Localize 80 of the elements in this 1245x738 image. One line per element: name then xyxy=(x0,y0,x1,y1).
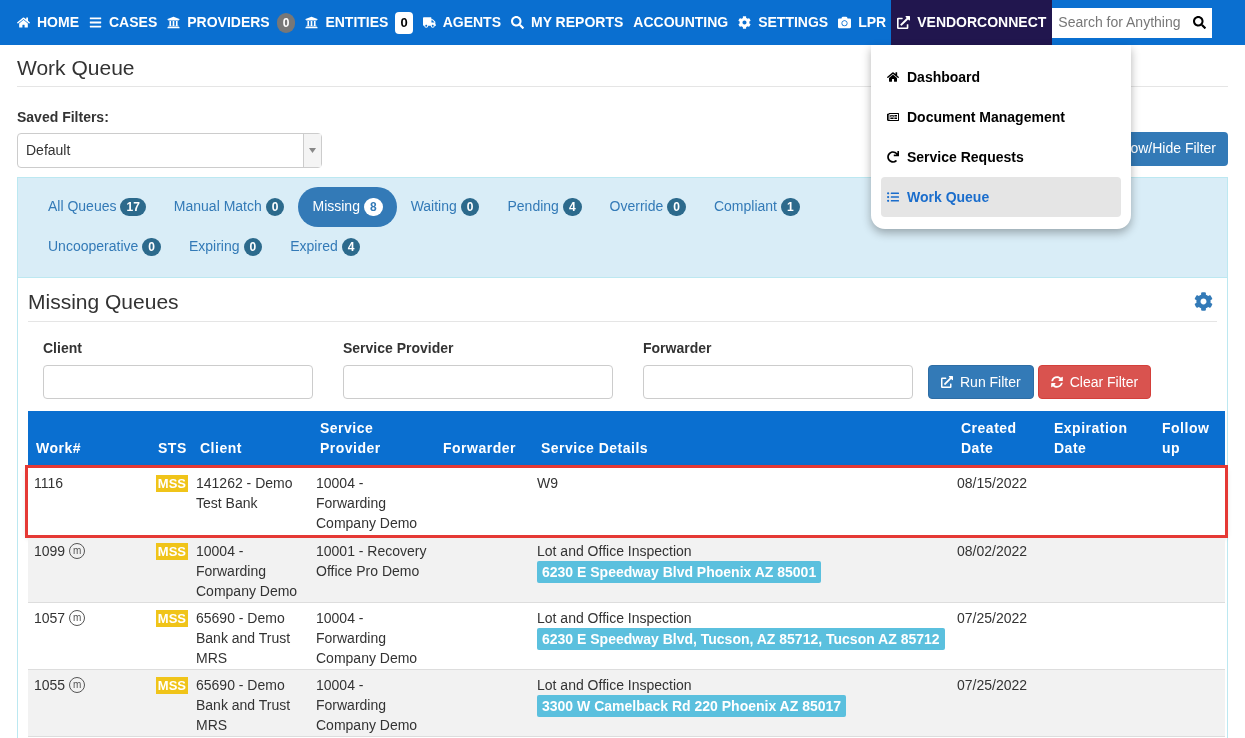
count-badge: 0 xyxy=(460,197,480,216)
table-cell-text: Lot and Office Inspection xyxy=(537,541,693,561)
table-cell: 65690 - Demo Bank and Trust MRS xyxy=(196,609,291,666)
table-cell: 10001 - Recovery Office Pro Demo xyxy=(316,542,427,579)
column-header: Forwarder xyxy=(435,411,533,468)
count-badge: 4 xyxy=(562,197,582,216)
menu-item[interactable]: Dashboard xyxy=(881,57,1121,97)
column-header: STS xyxy=(150,411,192,468)
field-label: Client xyxy=(43,339,83,358)
queue-tab[interactable]: Uncooperative 0 xyxy=(34,226,175,267)
nav-item[interactable]: ENTITIES 0 xyxy=(300,0,418,45)
status-badge: MSS xyxy=(155,609,188,627)
table-row[interactable]: 1116 MSS 141262 - Demo Test Bank 10004 - Forwarding Company Demo W9 08/15/2022 xyxy=(28,468,1225,535)
count-badge: 1 xyxy=(780,197,800,216)
status-badge: MSS xyxy=(155,676,188,694)
table-cell: 65690 - Demo Bank and Trust MRS xyxy=(196,676,291,733)
nav-item[interactable]: VENDORCONNECT xyxy=(891,0,1053,45)
count-badge: 0 xyxy=(265,197,285,216)
search-field[interactable]: Search for Anything xyxy=(1052,7,1213,38)
queue-tab[interactable]: All Queues 17 xyxy=(34,186,160,227)
saved-filters-select[interactable]: Default xyxy=(17,132,322,168)
column-header: Follow up xyxy=(1154,411,1225,468)
menu-item[interactable]: Work Queue xyxy=(881,177,1121,217)
queue-tab[interactable]: Expiring 0 xyxy=(174,226,277,267)
table-cell: 08/02/2022 xyxy=(957,542,1028,559)
nav-item[interactable]: HOME xyxy=(12,0,84,45)
status-badge: MSS xyxy=(155,475,188,492)
table-row[interactable]: 1057 m MSS 65690 - Demo Bank and Trust MRS 10004 - Forwarding Company Demo Lot and Office Inspection 6230 E Speedway Blvd, Tucson, AZ 85712, Tucson AZ 85712 07/25/2022 xyxy=(28,602,1225,669)
filter-button[interactable]: Run Filter xyxy=(928,365,1034,399)
table-cell-text: Lot and Office Inspection xyxy=(537,675,693,695)
table-cell: 07/25/2022 xyxy=(957,609,1028,626)
table-cell: 07/25/2022 xyxy=(957,676,1028,693)
column-header: Client xyxy=(192,411,312,468)
column-header: Service Provider xyxy=(312,411,435,468)
table-cell: 10004 - Forwarding Company Demo xyxy=(316,475,418,531)
count-badge: 4 xyxy=(341,237,361,256)
table-cell: 141262 - Demo Test Bank xyxy=(196,475,293,511)
queue-tab[interactable]: Pending 4 xyxy=(493,186,596,227)
table-cell-text: 1099 xyxy=(34,541,66,561)
count-badge: 0 xyxy=(667,197,686,216)
nav-item[interactable]: LPR xyxy=(833,0,892,45)
table-cell-text: Lot and Office Inspection xyxy=(537,608,693,628)
field-label: Forwarder xyxy=(643,339,713,358)
column-header: Expiration Date xyxy=(1046,411,1154,468)
page-title: Work Queue xyxy=(17,55,135,81)
field-label: Saved Filters: xyxy=(17,107,110,127)
table-cell-text: 1057 xyxy=(34,608,66,628)
table-cell-text: W9 xyxy=(537,474,559,493)
queue-tab[interactable]: Override 0 xyxy=(595,186,700,227)
field-label: Service Provider xyxy=(343,339,455,358)
count-badge: 17 xyxy=(120,197,146,216)
nav-item[interactable]: PROVIDERS 0 xyxy=(162,0,301,45)
count-badge: 0 xyxy=(142,237,161,256)
column-header: Work# xyxy=(28,411,150,468)
table-cell-text: 1116 xyxy=(34,474,64,493)
nav-item[interactable]: CASES xyxy=(84,0,163,45)
count-badge: 0 xyxy=(243,237,263,256)
column-header: Service Details xyxy=(533,411,953,468)
table-cell: 10004 - Forwarding Company Demo xyxy=(316,676,418,733)
nav-item[interactable]: AGENTS xyxy=(417,0,506,45)
count-badge: 8 xyxy=(363,197,383,216)
queue-tab[interactable]: Expired 4 xyxy=(276,226,375,267)
column-header: Created Date xyxy=(953,411,1046,468)
count-badge: 0 xyxy=(395,11,413,34)
filter-button[interactable]: Clear Filter xyxy=(1037,365,1152,399)
table-row[interactable]: 1099 m MSS 10004 - Forwarding Company Demo 10001 - Recovery Office Pro Demo Lot and Office Inspection 6230 E Speedway Blvd Phoenix AZ 85001 08/02/2022 xyxy=(28,535,1225,602)
nav-item[interactable]: SETTINGS xyxy=(733,0,834,45)
nav-item[interactable]: ACCOUNTING xyxy=(628,0,734,45)
table-cell-text: 1055 xyxy=(34,675,66,695)
count-badge: 0 xyxy=(276,12,296,33)
section-title: Missing Queues xyxy=(28,288,179,315)
queue-tab[interactable]: Waiting 0 xyxy=(396,186,494,227)
table-cell: 10004 - Forwarding Company Demo xyxy=(316,609,418,666)
table-cell: 10004 - Forwarding Company Demo xyxy=(196,542,298,599)
status-badge: MSS xyxy=(155,542,188,560)
nav-item[interactable]: MY REPORTS xyxy=(506,0,629,45)
queue-tab[interactable]: Compliant 1 xyxy=(699,186,814,227)
queue-tab[interactable]: Missing 8 xyxy=(298,186,397,227)
queue-tab[interactable]: Manual Match 0 xyxy=(159,186,299,227)
table-cell: 08/15/2022 xyxy=(957,475,1028,491)
